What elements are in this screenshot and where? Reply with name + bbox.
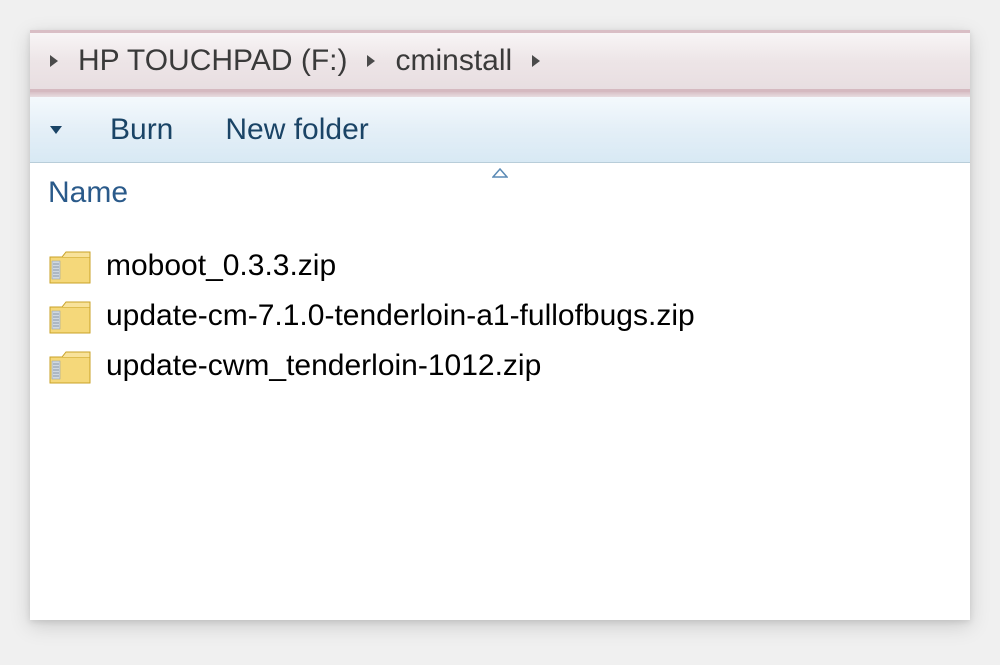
- zip-file-icon: [48, 297, 92, 335]
- toolbar: Burn New folder: [30, 97, 970, 163]
- file-name-label: update-cm-7.1.0-tenderloin-a1-fullofbugs…: [106, 299, 695, 333]
- chevron-right-icon[interactable]: [359, 41, 383, 81]
- sort-ascending-icon: [492, 165, 508, 181]
- new-folder-button[interactable]: New folder: [219, 111, 374, 149]
- breadcrumb: HP TOUCHPAD (F:) cminstall: [42, 41, 548, 81]
- explorer-window: HP TOUCHPAD (F:) cminstall Burn New fold…: [30, 30, 970, 620]
- file-item[interactable]: update-cwm_tenderloin-1012.zip: [48, 341, 952, 391]
- column-header-bar: Name: [30, 163, 970, 221]
- breadcrumb-item-folder[interactable]: cminstall: [387, 44, 520, 78]
- file-name-label: moboot_0.3.3.zip: [106, 249, 336, 283]
- file-name-label: update-cwm_tenderloin-1012.zip: [106, 349, 541, 383]
- chevron-right-icon[interactable]: [42, 41, 66, 81]
- zip-file-icon: [48, 247, 92, 285]
- zip-file-icon: [48, 347, 92, 385]
- chevron-right-icon[interactable]: [524, 41, 548, 81]
- breadcrumb-item-drive[interactable]: HP TOUCHPAD (F:): [70, 44, 355, 78]
- file-item[interactable]: update-cm-7.1.0-tenderloin-a1-fullofbugs…: [48, 291, 952, 341]
- file-item[interactable]: moboot_0.3.3.zip: [48, 241, 952, 291]
- address-bar[interactable]: HP TOUCHPAD (F:) cminstall: [30, 30, 970, 92]
- organize-dropdown-icon[interactable]: [48, 124, 64, 136]
- column-header-name[interactable]: Name: [48, 176, 128, 210]
- burn-button[interactable]: Burn: [104, 111, 179, 149]
- file-list: moboot_0.3.3.zip update-cm-7.1.0-tenderl…: [30, 221, 970, 411]
